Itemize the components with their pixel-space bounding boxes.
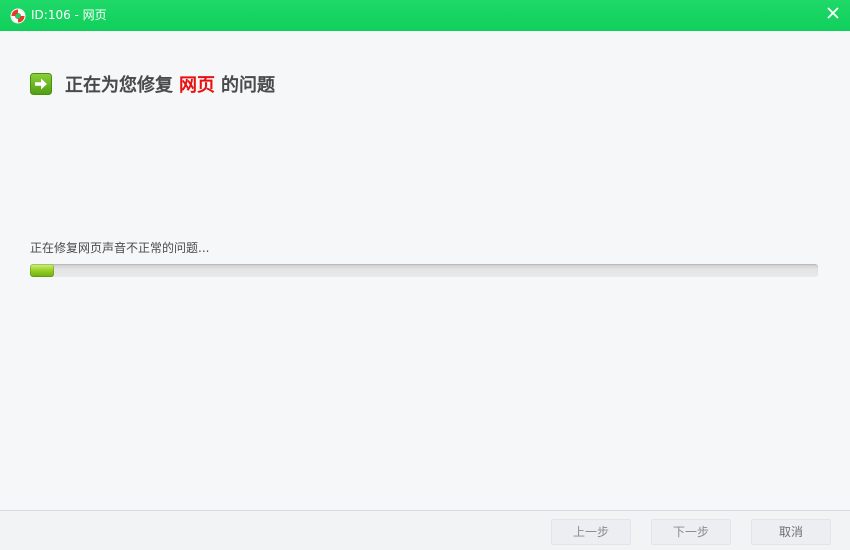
lifebuoy-icon (10, 8, 26, 24)
heading-highlight: 网页 (179, 75, 215, 96)
previous-step-button[interactable]: 上一步 (551, 519, 631, 545)
repair-progress-bar (30, 264, 818, 277)
title-bar[interactable]: ID:106 - 网页 (0, 0, 850, 31)
repair-status-text: 正在修复网页声音不正常的问题... (30, 241, 210, 255)
cancel-button[interactable]: 取消 (751, 519, 831, 545)
heading-text: 正在为您修复 网页 的问题 (65, 71, 275, 97)
close-button[interactable] (824, 4, 842, 22)
next-step-button[interactable]: 下一步 (651, 519, 731, 545)
page-heading: 正在为您修复 网页 的问题 (30, 72, 275, 96)
window-title: ID:106 - 网页 (31, 8, 107, 22)
arrow-right-icon (30, 73, 52, 95)
close-icon (827, 7, 839, 19)
repair-window: ID:106 - 网页 正在为您修复 网页 的问题 正在修复网页声音不正常的问题… (0, 0, 850, 550)
heading-suffix: 的问题 (221, 75, 275, 96)
heading-prefix: 正在为您修复 (65, 75, 173, 96)
repair-progress-fill (30, 264, 54, 277)
